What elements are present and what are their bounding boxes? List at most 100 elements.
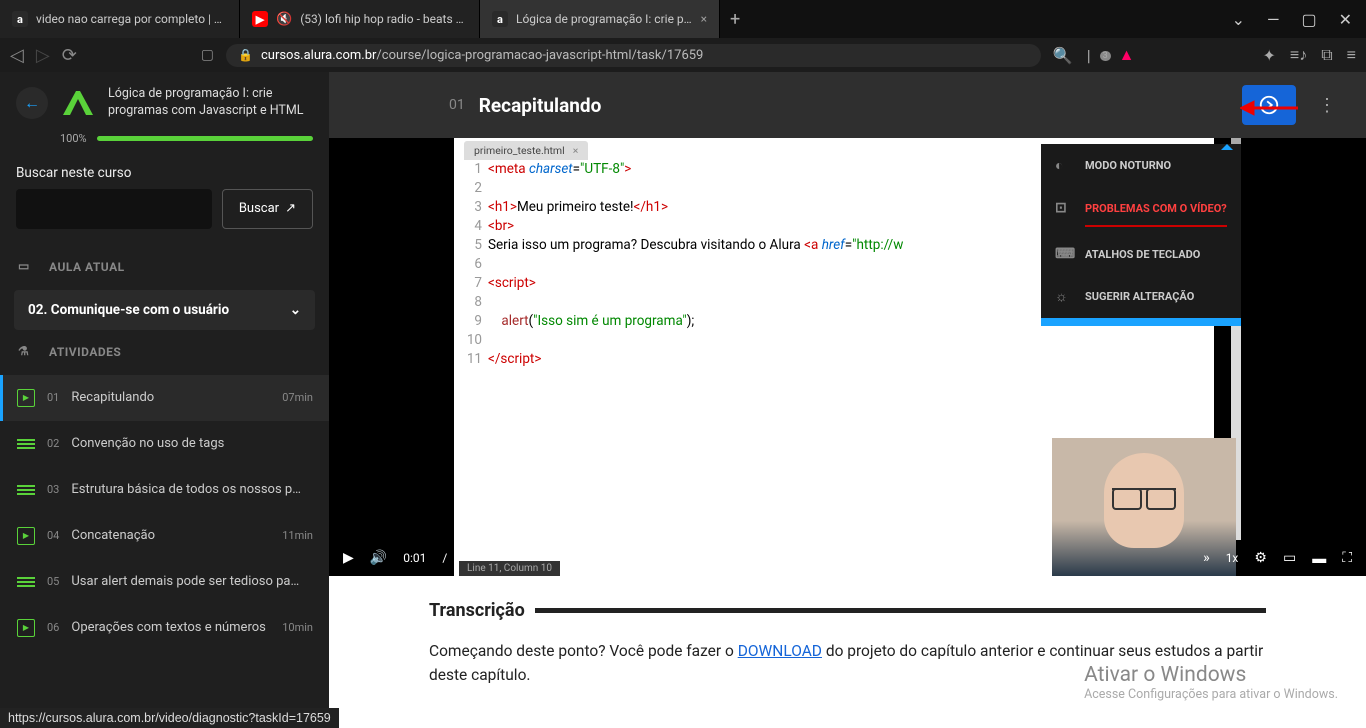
search-button[interactable]: Buscar ↗: [222, 189, 313, 229]
video-icon: ▶: [17, 527, 35, 545]
video-player[interactable]: primeiro_teste.html× 1234567891011 <meta…: [329, 138, 1366, 576]
activity-duration: 11min: [282, 529, 313, 542]
activity-number: 01: [47, 391, 59, 404]
browser-tab[interactable]: ▶ 🔇 (53) lofi hip hop radio - beats to r…: [240, 0, 480, 38]
dropdown-item-label: SUGERIR ALTERAÇÃO: [1085, 290, 1194, 303]
dropdown-item[interactable]: ☼ SUGERIR ALTERAÇÃO: [1041, 275, 1241, 318]
flask-icon: ⚗: [18, 344, 35, 361]
progress-bar: [97, 136, 313, 141]
lesson-number: 01: [449, 97, 465, 113]
dropdown-item-icon: ⌨: [1055, 246, 1073, 262]
volume-button[interactable]: 🔊: [370, 550, 387, 566]
activity-name: Estrutura básica de todos os nossos pr..…: [71, 482, 301, 497]
activity-item[interactable]: 02Convenção no uso de tags: [0, 421, 329, 467]
url-input[interactable]: 🔒 cursos.alura.com.br/course/logica-prog…: [226, 44, 1041, 67]
annotation-arrow-icon: [1240, 98, 1298, 122]
list-icon: [17, 435, 35, 453]
list-icon: [17, 481, 35, 499]
course-title: Lógica de programação I: crie programas …: [108, 86, 313, 120]
media-icon[interactable]: ≡♪: [1290, 45, 1307, 65]
lesson-title: Recapitulando: [479, 94, 1242, 117]
window-controls: ⌄ — ▢ ✕: [1218, 0, 1366, 38]
download-link[interactable]: DOWNLOAD: [738, 642, 822, 660]
transcript-heading: Transcrição: [429, 600, 1266, 621]
editor-tab: primeiro_teste.html×: [464, 141, 588, 160]
lesson-select[interactable]: 02. Comunique-se com o usuário ⌄: [14, 290, 315, 330]
activity-item[interactable]: ▶06Operações com textos e números10min: [0, 605, 329, 651]
chevron-down-icon[interactable]: ⌄: [1232, 10, 1245, 29]
close-tab-icon[interactable]: ×: [701, 12, 707, 26]
activity-number: 04: [47, 529, 59, 542]
new-tab-button[interactable]: +: [720, 0, 750, 38]
url-path: /course/logica-programacao-javascript-ht…: [376, 48, 703, 63]
favicon-youtube-icon: ▶: [252, 11, 268, 27]
forward-button[interactable]: ▷: [36, 45, 50, 66]
lesson-topbar: 01 Recapitulando ⋮: [329, 72, 1366, 138]
dropdown-item[interactable]: ⊡PROBLEMAS COM O VÍDEO?: [1041, 187, 1241, 229]
collapse-sidebar-button[interactable]: ←: [16, 87, 48, 119]
chevron-down-icon: ⌄: [290, 302, 301, 318]
window-titlebar: a video nao carrega por completo | Lóg ▶…: [0, 0, 1366, 38]
fullscreen-icon[interactable]: ⛶: [1342, 550, 1352, 566]
dropdown-item-icon: ☼: [1055, 288, 1073, 305]
search-icon[interactable]: 🔍: [1053, 46, 1073, 65]
favicon-alura-icon: a: [492, 11, 508, 27]
dropdown-item-icon: ◐: [1055, 157, 1073, 174]
video-icon: ▶: [17, 389, 35, 407]
favicon-alura-icon: a: [12, 11, 28, 27]
activity-name: Concatenação: [71, 528, 270, 543]
search-label: Buscar neste curso: [16, 165, 313, 181]
extensions-icon[interactable]: ✦: [1262, 46, 1275, 65]
list-icon: [17, 573, 35, 591]
play-button[interactable]: ▶: [343, 550, 354, 566]
activities-list: ▶ 01 Recapitulando 07min 02Convenção no uso …: [0, 375, 329, 728]
video-icon: ▶: [17, 619, 35, 637]
activity-number: 05: [47, 575, 59, 588]
dropdown-item[interactable]: ⌨ ATALHOS DE TECLADO: [1041, 233, 1241, 275]
activity-number: 02: [47, 437, 59, 450]
activity-name: Operações com textos e números: [71, 620, 270, 635]
minimize-icon[interactable]: —: [1267, 10, 1280, 29]
pip-icon[interactable]: ⧉: [1321, 45, 1332, 65]
windows-watermark: Ativar o Windows Acesse Configurações pa…: [1084, 663, 1338, 702]
menu-icon[interactable]: ≡: [1347, 45, 1356, 65]
warning-icon[interactable]: ▲: [1119, 45, 1135, 65]
theater-icon[interactable]: ▭: [1283, 550, 1296, 566]
browser-tab-active[interactable]: a Lógica de programação I: crie pro ×: [480, 0, 720, 38]
speed-button[interactable]: 1x: [1226, 551, 1239, 565]
bookmark-icon[interactable]: ▢: [201, 47, 214, 63]
back-button[interactable]: ◁: [10, 45, 24, 66]
activity-number: 06: [47, 621, 59, 634]
activity-item[interactable]: 03 Estrutura básica de todos os nossos pr…: [0, 467, 329, 513]
close-window-icon[interactable]: ✕: [1339, 10, 1352, 29]
activity-name: Recapitulando: [71, 390, 270, 405]
course-logo-icon: [58, 87, 98, 119]
wide-icon[interactable]: ▬: [1312, 550, 1326, 567]
settings-icon[interactable]: ⚙: [1254, 550, 1267, 566]
lock-icon: 🔒: [238, 48, 253, 62]
activity-item[interactable]: ▶ 04 Concatenação 11min: [0, 513, 329, 559]
activity-name: Usar alert demais pode ser tedioso par..…: [71, 574, 301, 589]
more-options-button[interactable]: ⋮: [1310, 87, 1344, 124]
shield-count: 3: [1100, 51, 1111, 61]
editor-status: Line 11, Column 10: [459, 561, 560, 576]
mute-icon[interactable]: 🔇: [276, 12, 292, 27]
dropdown-item[interactable]: ◐ MODO NOTURNO: [1041, 144, 1241, 187]
activity-duration: 07min: [282, 391, 313, 404]
tab-title: (53) lofi hip hop radio - beats to re: [300, 12, 467, 26]
maximize-icon[interactable]: ▢: [1301, 10, 1316, 29]
reload-button[interactable]: ⟳: [62, 45, 77, 66]
course-sidebar: ← Lógica de programação I: crie programa…: [0, 72, 329, 728]
dropdown-item-label: MODO NOTURNO: [1085, 159, 1171, 172]
dropdown-item-label: ATALHOS DE TECLADO: [1085, 248, 1200, 261]
dropdown-item-icon: ⊡: [1055, 200, 1073, 216]
url-domain: cursos.alura.com.br: [261, 48, 376, 63]
browser-tab[interactable]: a video nao carrega por completo | Lóg: [0, 0, 240, 38]
main-content: 01 Recapitulando ⋮ primeiro_teste.html× …: [329, 72, 1366, 728]
skip-button[interactable]: »: [1203, 550, 1210, 566]
transcript-section: Transcrição Começando deste ponto? Você …: [329, 576, 1366, 728]
activity-item[interactable]: 05 Usar alert demais pode ser tedioso par…: [0, 559, 329, 605]
activity-item[interactable]: ▶ 01 Recapitulando 07min: [0, 375, 329, 421]
activity-number: 03: [47, 483, 59, 496]
search-input[interactable]: [16, 189, 212, 229]
